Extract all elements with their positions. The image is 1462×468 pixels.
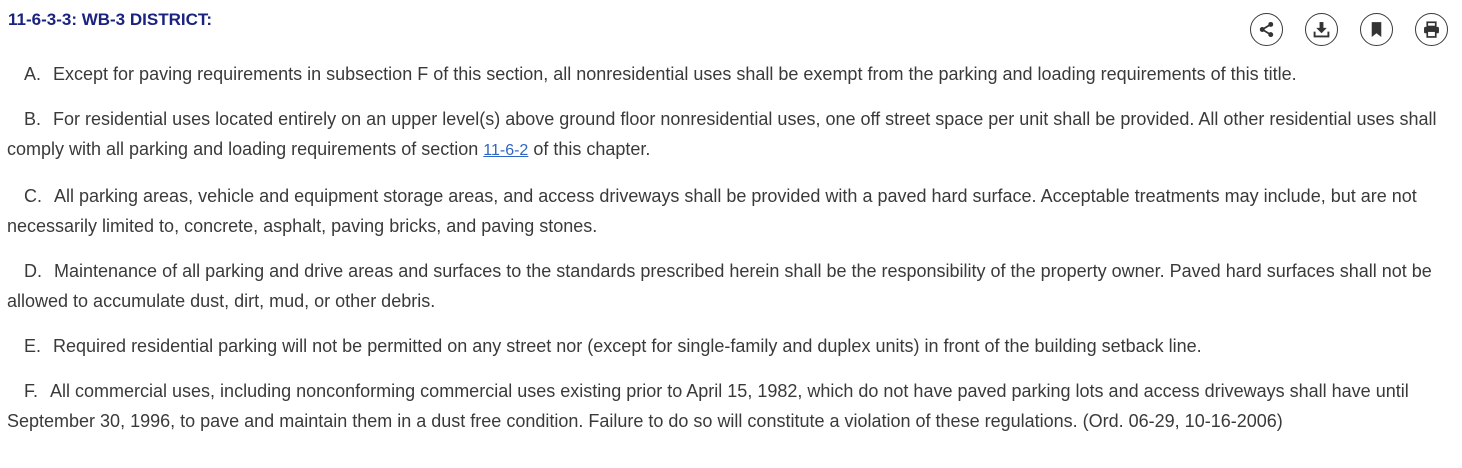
- paragraph-c: C. All parking areas, vehicle and equipme…: [7, 181, 1448, 241]
- paragraph-text: Except for paving requirements in subsec…: [53, 64, 1297, 84]
- paragraph-letter: E.: [24, 336, 42, 356]
- section-content: A. Except for paving requirements in subs…: [7, 59, 1448, 451]
- paragraph-f: F. All commercial uses, including nonconf…: [7, 376, 1448, 436]
- share-icon: [1259, 21, 1274, 38]
- paragraph-letter: B.: [24, 109, 42, 129]
- paragraph-text: of this chapter.: [528, 139, 651, 159]
- print-icon: [1424, 21, 1439, 38]
- paragraph-text: All commercial uses, including nonconfor…: [7, 381, 1409, 431]
- print-button[interactable]: [1415, 13, 1448, 46]
- paragraph-letter: A.: [24, 64, 42, 84]
- paragraph-letter: F.: [24, 381, 39, 401]
- paragraph-text: Maintenance of all parking and drive are…: [7, 261, 1432, 311]
- paragraph-b: B. For residential uses located entirely …: [7, 104, 1448, 166]
- share-button[interactable]: [1250, 13, 1283, 46]
- paragraph-text: Required residential parking will not be…: [53, 336, 1202, 356]
- paragraph-d: D. Maintenance of all parking and drive a…: [7, 256, 1448, 316]
- paragraph-a: A. Except for paving requirements in subs…: [7, 59, 1448, 89]
- download-button[interactable]: [1305, 13, 1338, 46]
- paragraph-e: E. Required residential parking will not …: [7, 331, 1448, 361]
- section-link[interactable]: 11-6-2: [483, 142, 528, 159]
- bookmark-icon: [1371, 22, 1382, 37]
- bookmark-button[interactable]: [1360, 13, 1393, 46]
- paragraph-letter: C.: [24, 186, 42, 206]
- paragraph-text: All parking areas, vehicle and equipment…: [7, 186, 1417, 236]
- section-title: 11-6-3-3: WB-3 DISTRICT:: [8, 10, 213, 29]
- download-icon: [1313, 22, 1330, 38]
- paragraph-text: For residential uses located entirely on…: [7, 109, 1437, 159]
- paragraph-letter: D.: [24, 261, 42, 281]
- section-toolbar: [1250, 13, 1448, 46]
